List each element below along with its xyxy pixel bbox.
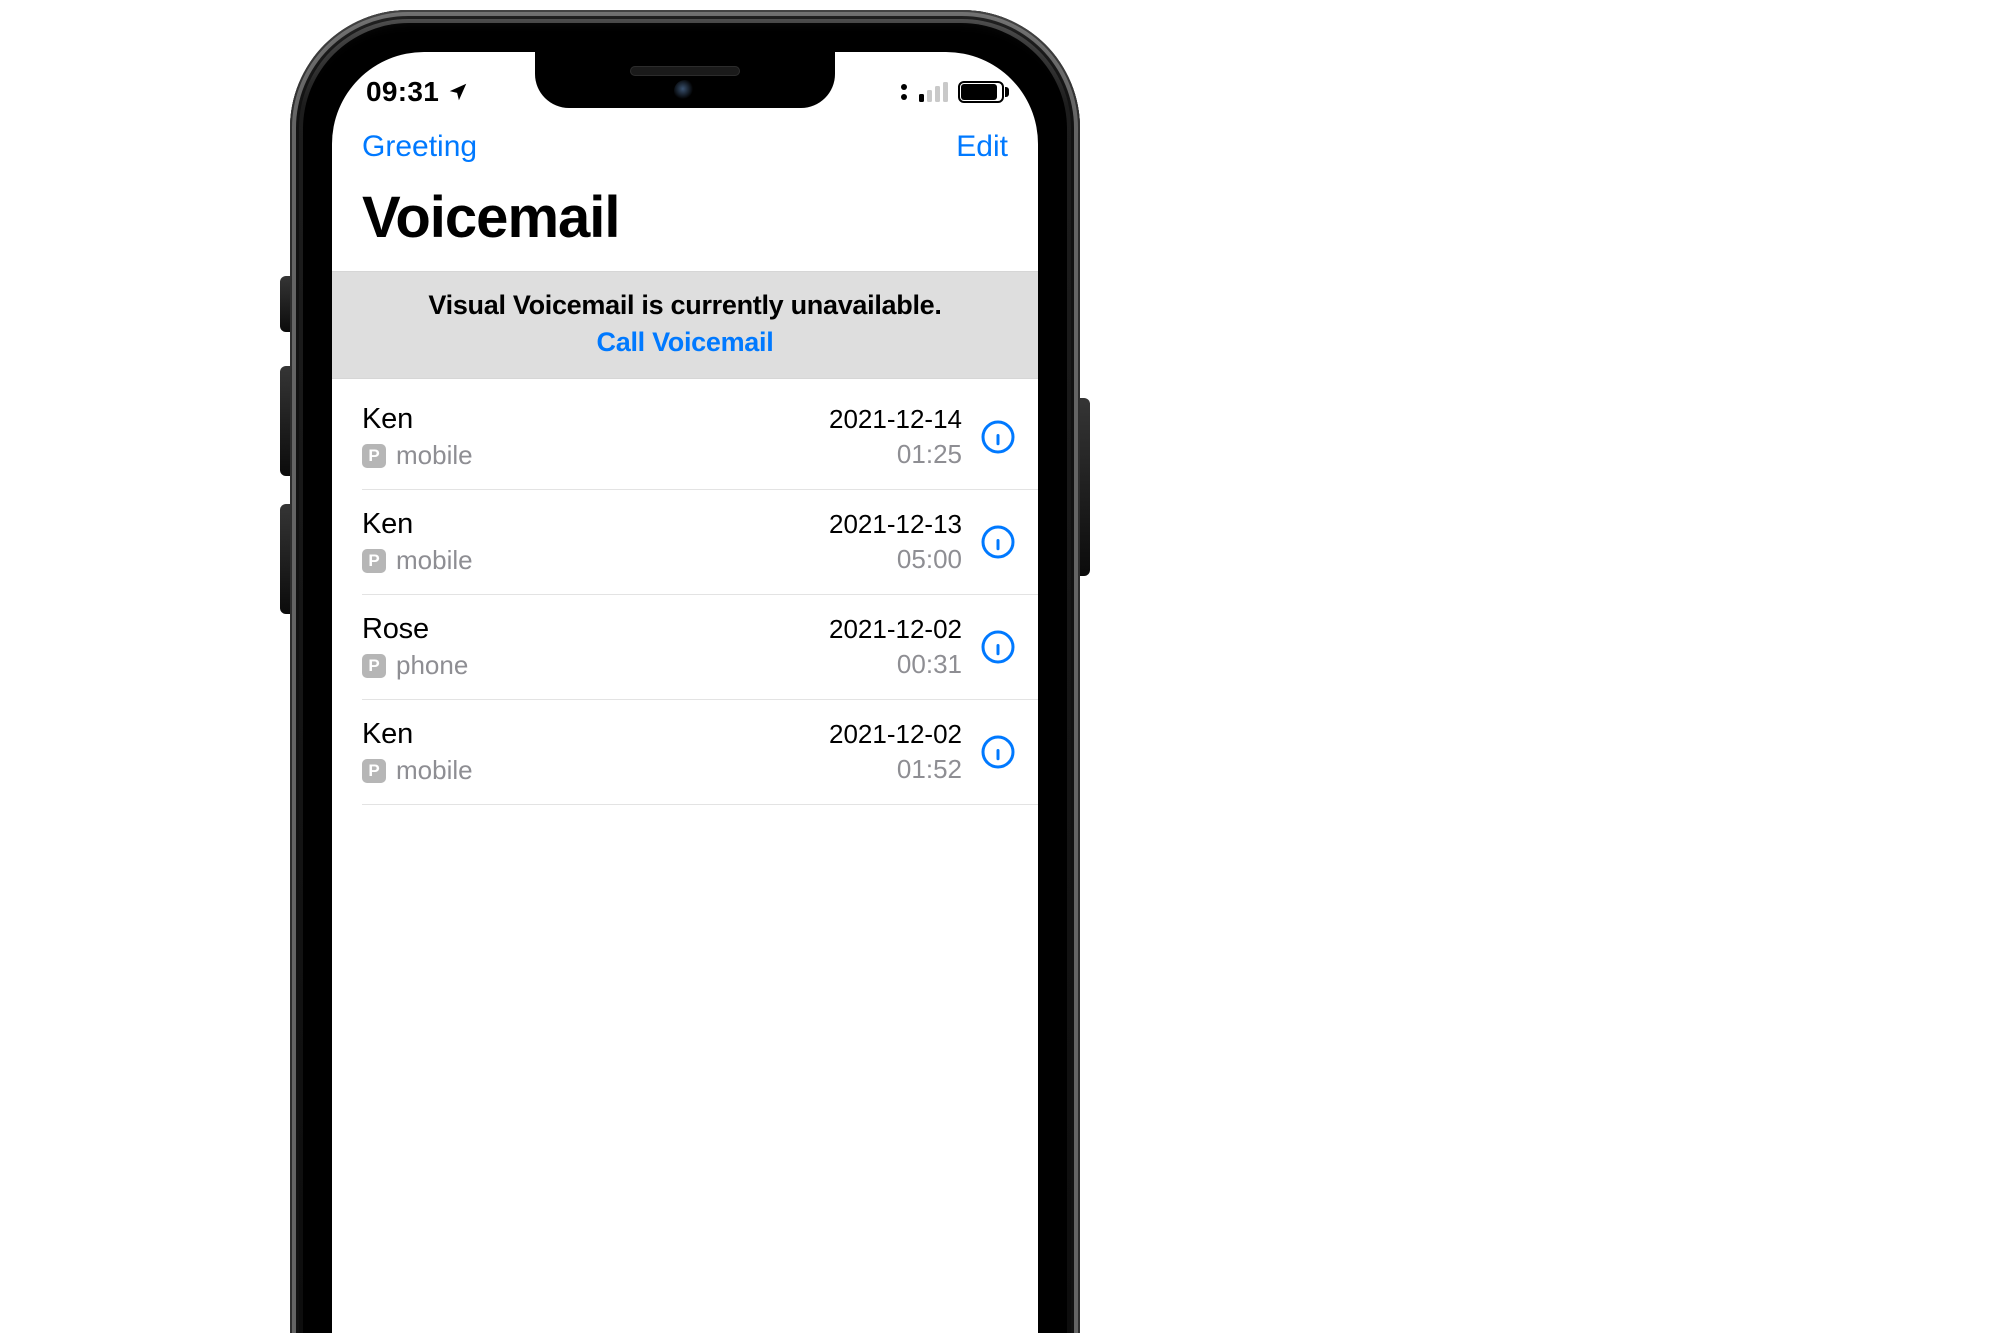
phone-frame: 09:31: [290, 10, 1080, 1333]
info-icon[interactable]: [978, 522, 1018, 562]
front-camera: [674, 80, 696, 102]
phone-screen: 09:31: [332, 52, 1038, 1333]
voicemail-source: phone: [396, 650, 468, 681]
location-arrow-icon: [447, 81, 469, 103]
status-time: 09:31: [366, 76, 439, 108]
voicemail-row[interactable]: Ken Pmobile 2021-12-14 01:25: [362, 379, 1038, 490]
call-voicemail-button[interactable]: Call Voicemail: [348, 327, 1022, 358]
voicemail-date: 2021-12-13: [829, 509, 962, 540]
voicemail-date: 2021-12-14: [829, 404, 962, 435]
phone-bezel: 09:31: [303, 23, 1067, 1333]
phone-badge-icon: P: [362, 549, 386, 573]
voicemail-date: 2021-12-02: [829, 614, 962, 645]
phone-badge-icon: P: [362, 444, 386, 468]
voicemail-source: mobile: [396, 755, 473, 786]
voicemail-row[interactable]: Ken Pmobile 2021-12-13 05:00: [362, 490, 1038, 595]
notch: [535, 52, 835, 108]
volume-up-button: [280, 366, 290, 476]
info-icon[interactable]: [978, 732, 1018, 772]
mute-switch: [280, 276, 290, 332]
info-icon[interactable]: [978, 627, 1018, 667]
cell-signal-icon: [919, 82, 948, 102]
page-title: Voicemail: [332, 168, 1038, 271]
banner-message: Visual Voicemail is currently unavailabl…: [348, 290, 1022, 321]
voicemail-row[interactable]: Ken Pmobile 2021-12-02 01:52: [362, 700, 1038, 805]
voicemail-duration: 01:52: [829, 754, 962, 785]
voicemail-duration: 00:31: [829, 649, 962, 680]
battery-icon: [958, 81, 1004, 103]
voicemail-list: Ken Pmobile 2021-12-14 01:25 Ken Pmobile 2021-…: [332, 379, 1038, 805]
voicemail-duration: 01:25: [829, 439, 962, 470]
volume-down-button: [280, 504, 290, 614]
voicemail-date: 2021-12-02: [829, 719, 962, 750]
greeting-button[interactable]: Greeting: [362, 130, 477, 164]
phone-badge-icon: P: [362, 759, 386, 783]
voicemail-row[interactable]: Rose Pphone 2021-12-02 00:31: [362, 595, 1038, 700]
voicemail-duration: 05:00: [829, 544, 962, 575]
voicemail-source: mobile: [396, 440, 473, 471]
voicemail-name: Rose: [362, 613, 813, 646]
voicemail-name: Ken: [362, 718, 813, 751]
phone-badge-icon: P: [362, 654, 386, 678]
voicemail-name: Ken: [362, 403, 813, 436]
voicemail-name: Ken: [362, 508, 813, 541]
dual-sim-icon: [901, 84, 907, 100]
status-banner: Visual Voicemail is currently unavailabl…: [332, 271, 1038, 379]
info-icon[interactable]: [978, 417, 1018, 457]
edit-button[interactable]: Edit: [956, 130, 1008, 164]
voicemail-source: mobile: [396, 545, 473, 576]
speaker-slot: [630, 66, 740, 76]
side-button: [1080, 398, 1090, 576]
